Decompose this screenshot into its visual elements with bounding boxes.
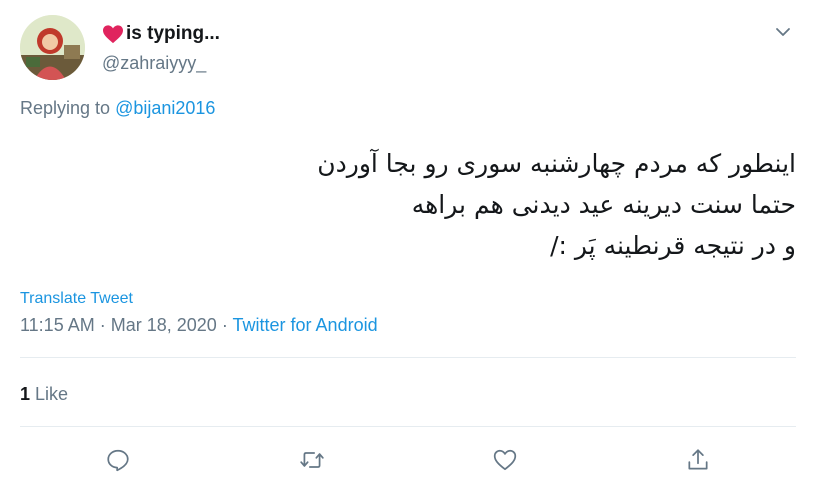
replying-prefix: Replying to — [20, 98, 111, 118]
share-button[interactable] — [683, 445, 713, 475]
retweet-icon — [300, 452, 324, 468]
avatar[interactable] — [20, 15, 85, 80]
display-name-text: is typing... — [126, 23, 220, 44]
divider — [20, 426, 796, 427]
tweet-line: اینطور که مردم چهارشنبه سوری رو بجا آورد… — [317, 149, 796, 178]
like-icon — [493, 449, 517, 471]
like-button[interactable] — [490, 445, 520, 475]
replying-to: Replying to @bijani2016 — [20, 98, 215, 119]
retweet-button[interactable] — [297, 445, 327, 475]
tweet-line: و در نتیجه قرنطینه پَر :/ — [550, 231, 796, 260]
heart-emoji-icon — [103, 25, 123, 44]
meta-separator: · — [221, 315, 228, 335]
tweet-line: حتما سنت دیرینه عید دیدنی هم براهه — [411, 190, 796, 219]
replying-handle-link[interactable]: @bijani2016 — [115, 98, 215, 118]
display-name[interactable]: is typing... — [102, 23, 220, 45]
chevron-down-icon[interactable] — [775, 26, 791, 38]
tweet-meta: 11:15 AM · Mar 18, 2020 · Twitter for An… — [20, 315, 378, 336]
divider — [20, 357, 796, 358]
meta-separator: · — [99, 315, 106, 335]
reply-icon — [107, 449, 129, 472]
user-handle[interactable]: @zahraiyyy_ — [102, 53, 206, 74]
tweet-source-link[interactable]: Twitter for Android — [233, 315, 378, 335]
avatar-image — [20, 15, 85, 80]
likes-count[interactable]: 1 Like — [20, 384, 68, 405]
share-icon — [688, 449, 708, 470]
translate-tweet-link[interactable]: Translate Tweet — [20, 290, 133, 308]
like-count-value: 1 — [20, 384, 31, 404]
tweet-text: اینطور که مردم چهارشنبه سوری رو بجا آورد… — [96, 143, 796, 266]
tweet-date[interactable]: Mar 18, 2020 — [111, 315, 217, 335]
like-count-label: Like — [35, 384, 69, 404]
reply-button[interactable] — [103, 445, 133, 475]
tweet-time[interactable]: 11:15 AM — [20, 315, 95, 335]
